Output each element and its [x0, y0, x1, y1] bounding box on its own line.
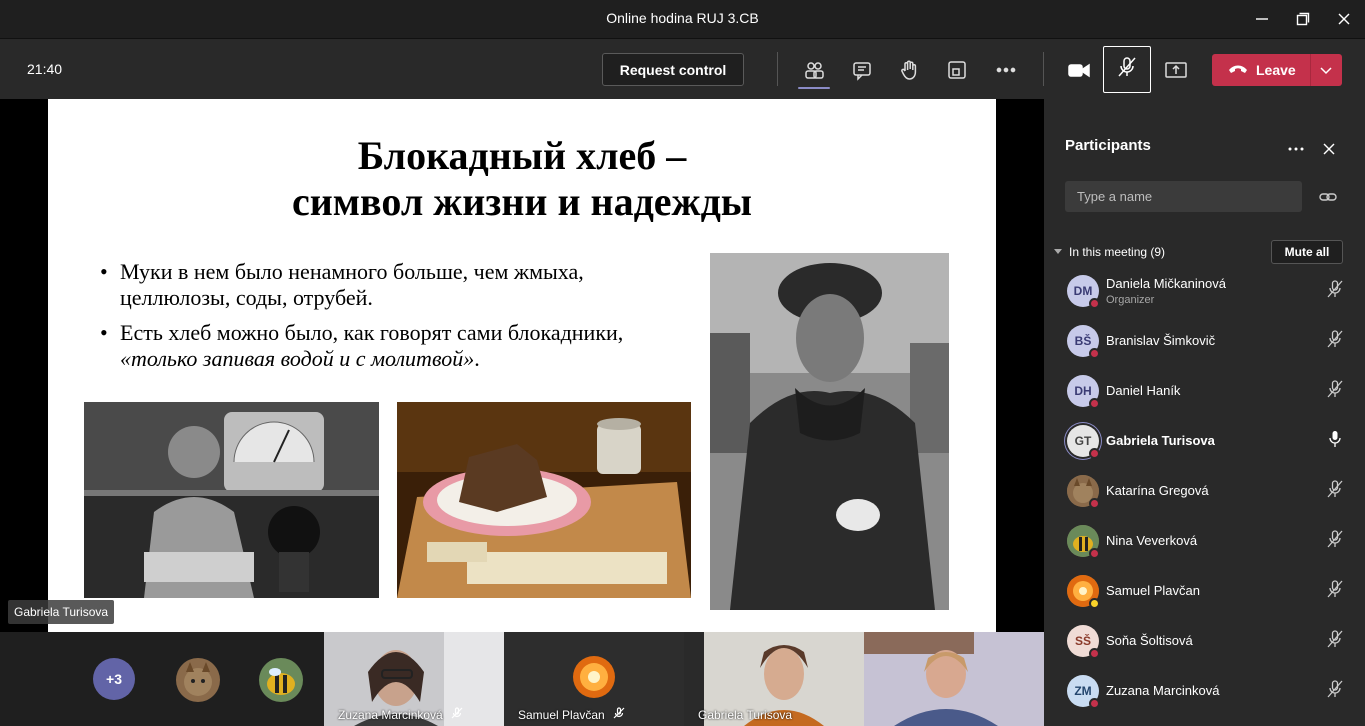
mic-on-icon: [1326, 429, 1344, 454]
participant-row[interactable]: Nina Veverková: [1044, 517, 1365, 567]
mic-off-icon: [1326, 579, 1344, 604]
participant-row[interactable]: BŠ Branislav Šimkovič: [1044, 317, 1365, 367]
participant-name: Branislav Šimkovič: [1106, 333, 1216, 348]
participant-avatar-bee[interactable]: [259, 658, 303, 702]
panel-title: Participants: [1065, 137, 1151, 154]
room-icon[interactable]: [942, 55, 972, 85]
active-tab-indicator: [798, 87, 830, 89]
close-icon[interactable]: [1320, 140, 1338, 158]
participant-row[interactable]: Katarína Gregová: [1044, 467, 1365, 517]
mic-off-icon: [613, 707, 625, 722]
mic-off-icon: [1326, 279, 1344, 304]
mic-off-icon: [1326, 679, 1344, 704]
mic-off-icon: [1326, 479, 1344, 504]
slide-title: Блокадный хлеб – символ жизни и надежды: [291, 133, 753, 224]
participants-panel: Participants In this meeting (9) Mute al…: [1044, 99, 1365, 726]
participant-name: Samuel Plavčan: [1106, 583, 1200, 598]
status-dot: [1089, 348, 1100, 359]
participant-row[interactable]: SŠ Soňa Šoltisová: [1044, 617, 1365, 667]
chevron-down-icon: [1053, 245, 1063, 259]
toolbar-divider: [1043, 52, 1044, 86]
share-link-icon[interactable]: [1318, 187, 1338, 207]
participant-avatar-cat[interactable]: [176, 658, 220, 702]
video-tile[interactable]: Samuel Plavčan: [504, 632, 684, 726]
video-strip: +3 Zuzana Marcinková Samuel Plavčan Gabr…: [0, 632, 1044, 726]
mic-off-icon: [1326, 329, 1344, 354]
status-dot: [1089, 498, 1100, 509]
participant-name: Daniela Mičkaninová: [1106, 276, 1226, 291]
status-dot: [1089, 648, 1100, 659]
participant-row[interactable]: DH Daniel Haník: [1044, 367, 1365, 417]
mic-off-icon: [1326, 629, 1344, 654]
tile-name: Gabriela Turisova: [698, 708, 793, 722]
participant-name: Daniel Haník: [1106, 383, 1181, 398]
presenter-name-label: Gabriela Turisova: [8, 600, 115, 624]
slide-bullets: Муки в нем было ненамного больше, чем жм…: [100, 259, 670, 381]
shared-screen: Блокадный хлеб – символ жизни и надежды …: [0, 99, 1044, 632]
more-participants-button[interactable]: +3: [93, 658, 135, 700]
participant-name: Zuzana Marcinková: [1106, 683, 1220, 698]
close-window-icon[interactable]: [1333, 8, 1355, 30]
more-icon[interactable]: [991, 55, 1021, 85]
share-icon[interactable]: [1161, 55, 1191, 85]
toolbar-divider: [777, 52, 778, 86]
mic-off-icon: [1326, 529, 1344, 554]
raise-hand-icon[interactable]: [894, 55, 924, 85]
participant-row[interactable]: GT Gabriela Turisova: [1044, 417, 1365, 467]
mic-off-icon: [1326, 379, 1344, 404]
video-tile[interactable]: Zuzana Marcinková: [324, 632, 504, 726]
participant-name: Gabriela Turisova: [1106, 433, 1215, 448]
video-tile[interactable]: [864, 632, 1044, 726]
chevron-down-icon[interactable]: [1318, 62, 1334, 81]
bullet-item: Есть хлеб можно было, как говорят сами б…: [100, 320, 670, 372]
mic-off-icon: [451, 707, 463, 722]
presentation-slide: Блокадный хлеб – символ жизни и надежды …: [48, 99, 996, 632]
participant-name: Soňa Šoltisová: [1106, 633, 1193, 648]
status-dot: [1089, 398, 1100, 409]
chat-icon[interactable]: [847, 55, 877, 85]
bullet-item: Муки в нем было ненамного больше, чем жм…: [100, 259, 670, 311]
photo-man-fur-hat: [710, 253, 949, 610]
meeting-toolbar: 21:40 Request control Leave: [0, 38, 1365, 99]
status-dot: [1089, 298, 1100, 309]
leave-label: Leave: [1256, 62, 1296, 78]
participant-row[interactable]: Samuel Plavčan: [1044, 567, 1365, 617]
search-input[interactable]: [1065, 181, 1302, 212]
participant-role: Organizer: [1106, 294, 1155, 306]
mute-all-button[interactable]: Mute all: [1271, 240, 1343, 264]
camera-icon[interactable]: [1064, 55, 1094, 85]
status-dot: [1089, 448, 1100, 459]
participant-row[interactable]: DM Daniela Mičkaninová Organizer: [1044, 267, 1365, 317]
section-header[interactable]: In this meeting (9): [1053, 245, 1165, 259]
hang-up-icon: [1228, 62, 1248, 78]
people-icon[interactable]: [799, 55, 829, 85]
participant-name: Katarína Gregová: [1106, 483, 1209, 498]
section-label: In this meeting (9): [1069, 245, 1166, 259]
status-dot: [1089, 698, 1100, 709]
video-tile[interactable]: Gabriela Turisova: [684, 632, 864, 726]
more-options-icon[interactable]: [1287, 140, 1305, 158]
request-control-button[interactable]: Request control: [602, 53, 744, 86]
tile-name: Samuel Plavčan: [518, 707, 605, 722]
participant-row[interactable]: ZM Zuzana Marcinková: [1044, 667, 1365, 717]
status-dot: [1089, 598, 1100, 609]
participant-name: Nina Veverková: [1106, 533, 1198, 548]
photo-bread-plate: [397, 402, 691, 598]
title-bar: Online hodina RUJ 3.CB: [0, 0, 1365, 38]
photo-scale-woman: [84, 402, 379, 598]
window-title: Online hodina RUJ 3.CB: [606, 10, 759, 26]
minimize-icon[interactable]: [1251, 8, 1273, 30]
maximize-icon[interactable]: [1292, 8, 1314, 30]
meeting-timer: 21:40: [27, 61, 63, 77]
mute-button[interactable]: [1103, 46, 1151, 93]
tile-name: Zuzana Marcinková: [338, 707, 443, 722]
leave-button[interactable]: Leave: [1212, 54, 1342, 86]
mic-off-icon: [1115, 55, 1139, 84]
status-dot: [1089, 548, 1100, 559]
avatar: [573, 656, 615, 698]
